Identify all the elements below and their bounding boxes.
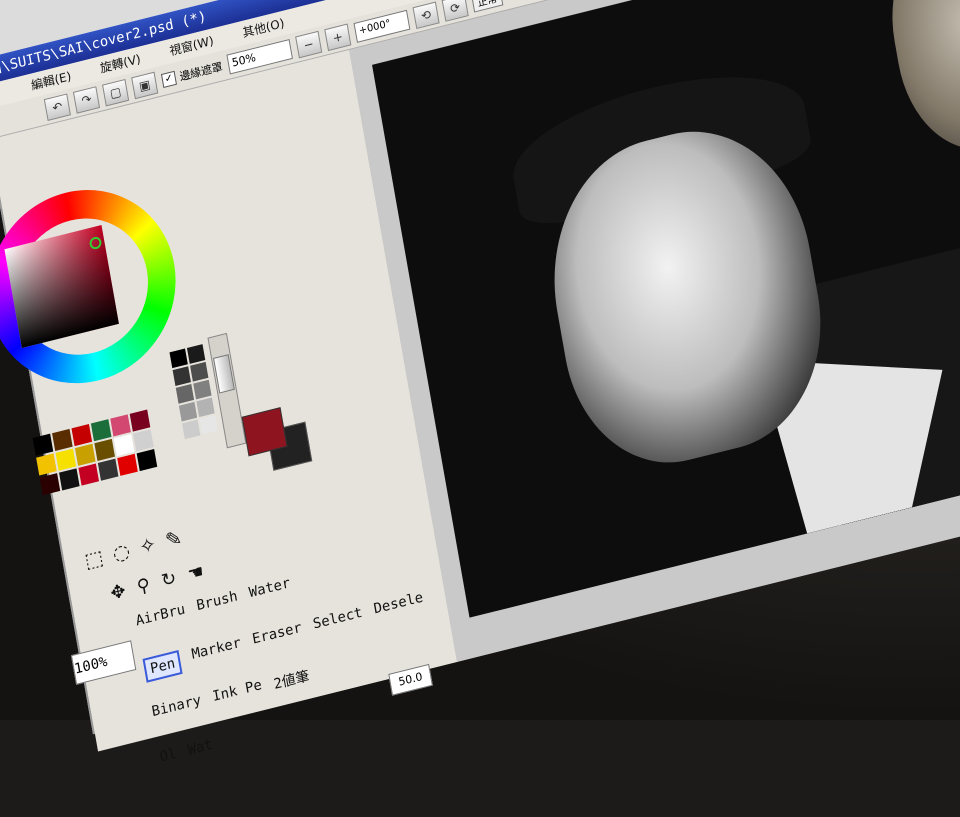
gray-swatch[interactable] xyxy=(199,415,218,435)
zoom-out-button[interactable]: − xyxy=(295,30,323,58)
gray-swatch[interactable] xyxy=(190,361,209,382)
edge-mask-label: 邊緣遮罩 xyxy=(178,59,224,84)
color-swatch[interactable] xyxy=(32,433,54,456)
eyedropper-icon[interactable]: ✎ xyxy=(163,525,183,553)
plus-icon: + xyxy=(331,28,344,45)
brush-water[interactable]: Water xyxy=(248,575,292,601)
hand-icon[interactable]: ☚ xyxy=(186,561,205,586)
rotate-left-icon: ⟲ xyxy=(419,6,433,23)
color-swatch[interactable] xyxy=(59,468,80,491)
gray-swatch[interactable] xyxy=(182,419,201,440)
color-swatches xyxy=(32,409,158,496)
rotate-left-button[interactable]: ⟲ xyxy=(412,1,440,29)
artwork-image xyxy=(372,0,960,618)
color-swatch[interactable] xyxy=(136,448,158,472)
brush-oil[interactable]: Ol xyxy=(159,746,178,766)
color-swatch[interactable] xyxy=(117,453,138,476)
rect-select-icon[interactable]: ⬚ xyxy=(83,545,106,573)
color-swatch[interactable] xyxy=(110,414,131,437)
navigator-zoom[interactable]: 100% xyxy=(70,640,137,685)
redo-button[interactable]: ↷ xyxy=(72,85,100,114)
view-tools: ✥ ⚲ ↻ ☚ xyxy=(109,561,205,605)
invert-selection-button[interactable]: ▣ xyxy=(131,71,159,99)
undo-icon: ↶ xyxy=(51,98,64,115)
redo-icon: ↷ xyxy=(80,91,93,108)
background-portrait-face xyxy=(876,0,960,167)
brush-brush[interactable]: Brush xyxy=(195,588,239,614)
lasso-icon[interactable]: ◌ xyxy=(111,538,132,566)
gray-swatch[interactable] xyxy=(186,344,206,364)
color-swatch[interactable] xyxy=(129,409,151,432)
zoom-icon[interactable]: ⚲ xyxy=(135,574,151,598)
gray-swatch[interactable] xyxy=(172,366,191,386)
color-swatch[interactable] xyxy=(39,473,61,496)
color-swatch[interactable] xyxy=(97,458,119,481)
gray-swatch[interactable] xyxy=(178,401,198,422)
magic-wand-icon[interactable]: ✧ xyxy=(137,532,157,560)
brush-airbrush[interactable]: AirBru xyxy=(135,601,187,629)
gray-swatch[interactable] xyxy=(175,384,195,404)
checkmark-icon: ✓ xyxy=(160,70,177,88)
color-swatch[interactable] xyxy=(74,443,96,466)
color-swatch[interactable] xyxy=(36,453,57,476)
color-swatch[interactable] xyxy=(71,423,93,447)
rotate-view-icon[interactable]: ↻ xyxy=(160,568,178,592)
zoom-in-button[interactable]: + xyxy=(324,23,352,51)
color-swatch[interactable] xyxy=(90,419,112,442)
color-swatch[interactable] xyxy=(78,463,100,486)
color-swatch[interactable] xyxy=(55,448,77,471)
color-swatch[interactable] xyxy=(94,438,115,462)
undo-button[interactable]: ↶ xyxy=(43,92,71,121)
deselect-button[interactable]: ▢ xyxy=(101,78,130,106)
gray-swatch[interactable] xyxy=(193,379,212,400)
color-swatch[interactable] xyxy=(113,434,135,457)
selection-tools: ⬚ ◌ ✧ ✎ xyxy=(83,525,184,573)
color-swatch[interactable] xyxy=(133,429,154,452)
normal-view-button[interactable]: 正常 xyxy=(470,0,504,13)
rotate-right-icon: ⟳ xyxy=(449,0,462,16)
scrollbar-thumb[interactable] xyxy=(213,354,235,394)
minus-icon: − xyxy=(302,35,315,53)
invert-icon: ▣ xyxy=(137,76,152,94)
gray-swatch[interactable] xyxy=(169,348,188,369)
color-swatch[interactable] xyxy=(52,428,73,451)
deselect-icon: ▢ xyxy=(108,83,123,101)
gray-swatch[interactable] xyxy=(196,397,215,418)
rotate-right-button[interactable]: ⟳ xyxy=(441,0,469,22)
move-icon[interactable]: ✥ xyxy=(109,580,127,604)
